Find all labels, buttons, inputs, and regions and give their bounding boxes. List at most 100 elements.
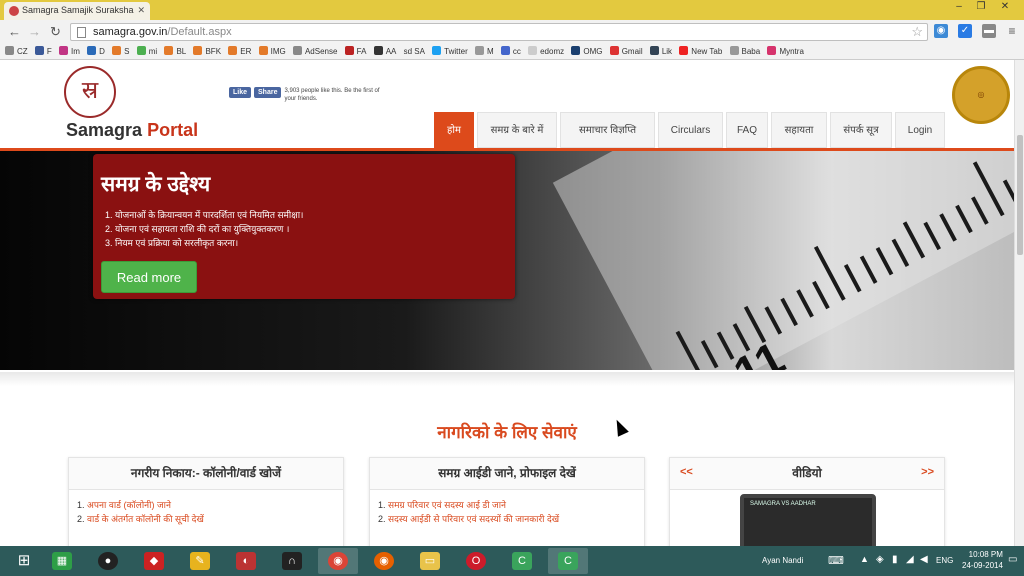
bookmark-item[interactable]: ER xyxy=(228,44,251,59)
bookmark-item[interactable]: D xyxy=(87,44,105,59)
bookmark-item[interactable]: BL xyxy=(164,44,186,59)
nav-faq[interactable]: FAQ xyxy=(726,112,768,148)
bookmark-item[interactable]: AdSense xyxy=(292,44,337,59)
read-more-button[interactable]: Read more xyxy=(101,261,197,293)
bookmark-item[interactable]: IMG xyxy=(258,44,286,59)
taskbar-explorer[interactable]: ▭ xyxy=(410,548,450,574)
keyboard-icon[interactable]: ⌨ xyxy=(828,554,844,567)
page-scrollbar[interactable] xyxy=(1014,60,1024,546)
nav-login[interactable]: Login xyxy=(895,112,945,148)
nav-help[interactable]: सहायता xyxy=(771,112,827,148)
extension-icon[interactable]: ▬ xyxy=(982,24,996,38)
bookmark-item[interactable]: Im xyxy=(59,44,80,59)
bookmark-item[interactable]: AA xyxy=(373,44,396,59)
taskbar-app[interactable]: ✎ xyxy=(180,548,220,574)
fb-like-button[interactable]: Like xyxy=(229,87,252,98)
bookmark-item[interactable]: M xyxy=(474,44,494,59)
samagra-logo[interactable]: स्र xyxy=(64,66,116,118)
browser-tab[interactable]: Samagra Samajik Suraksha ✕ xyxy=(4,2,150,20)
taskbar-app[interactable]: ● xyxy=(88,548,128,574)
card-links: 1. समग्र परिवार एवं सदस्य आई डी जाने 2. … xyxy=(370,490,644,526)
bookmark-item[interactable]: S xyxy=(112,44,130,59)
favicon-icon xyxy=(9,6,19,16)
bookmark-item[interactable]: cc xyxy=(500,44,521,59)
scrollbar-thumb[interactable] xyxy=(1017,135,1023,255)
notification-icon[interactable]: ▭ xyxy=(1008,554,1017,565)
camtasia-icon: C xyxy=(512,552,532,570)
bookmark-item[interactable]: edomz xyxy=(528,44,564,59)
forward-icon[interactable]: → xyxy=(28,24,41,39)
bookmark-item[interactable]: Lik xyxy=(649,44,672,59)
bookmark-item[interactable]: New Tab xyxy=(679,44,722,59)
nav-home[interactable]: होम xyxy=(434,112,474,148)
bookmark-item[interactable]: CZ xyxy=(5,44,28,59)
taskbar-app[interactable]: ◆ xyxy=(134,548,174,574)
menu-icon[interactable]: ≡ xyxy=(1005,24,1019,38)
taskbar-app[interactable]: ◐ xyxy=(226,548,266,574)
minimize-button[interactable]: – xyxy=(950,1,968,12)
headphones-icon: ∩ xyxy=(282,552,302,570)
tray-arrow-icon[interactable]: ▲ xyxy=(860,554,869,564)
taskbar-camtasia[interactable]: C xyxy=(548,548,588,574)
reload-icon[interactable]: ↻ xyxy=(50,24,61,40)
video-next-button[interactable]: >> xyxy=(921,466,934,478)
bookmark-item[interactable]: Gmail xyxy=(609,44,643,59)
network-icon[interactable]: ◢ xyxy=(906,554,914,565)
maximize-button[interactable]: ❐ xyxy=(972,1,990,12)
service-card-video: वीडियो << >> SAMAGRA VS AADHAR xyxy=(669,457,945,546)
facebook-widget: Like Share 3,903 people like this. Be the … xyxy=(229,87,384,103)
address-bar[interactable]: samagra.gov.in/Default.aspx ☆ xyxy=(70,23,928,41)
list-item[interactable]: 1. अपना वार्ड (कॉलोनी) जाने xyxy=(77,498,343,512)
app-icon: ◆ xyxy=(144,552,164,570)
url-host: samagra.gov.in xyxy=(93,26,168,38)
card-title: समग्र आईडी जाने, प्रोफाइल देखें xyxy=(370,458,644,490)
bookmark-item[interactable]: F xyxy=(34,44,52,59)
input-language[interactable]: ENG xyxy=(936,556,953,565)
card-links: 1. अपना वार्ड (कॉलोनी) जाने 2. वार्ड के … xyxy=(69,490,343,526)
volume-icon[interactable]: ◀ xyxy=(920,554,928,565)
bookmarks-bar: CZ F Im D S mi BL BFK ER IMG AdSense FA … xyxy=(0,44,1024,60)
taskbar-camtasia[interactable]: C xyxy=(502,548,542,574)
service-card-samagra-id: समग्र आईडी जाने, प्रोफाइल देखें 1. समग्र… xyxy=(369,457,645,546)
taskbar-firefox[interactable]: ◉ xyxy=(364,548,404,574)
fb-share-button[interactable]: Share xyxy=(254,87,282,98)
page-icon xyxy=(77,27,86,38)
extension-check-icon[interactable]: ✓ xyxy=(958,24,972,38)
nav-circulars[interactable]: Circulars xyxy=(658,112,723,148)
taskbar-opera[interactable]: O xyxy=(456,548,496,574)
bookmark-item[interactable]: OMG xyxy=(571,44,602,59)
close-window-button[interactable]: ✕ xyxy=(996,1,1014,12)
taskbar-app[interactable]: ∩ xyxy=(272,548,312,574)
list-item[interactable]: 2. सदस्य आईडी से परिवार एवं सदस्यों की ज… xyxy=(378,512,644,526)
nav-press-release[interactable]: समाचार विज्ञप्ति xyxy=(560,112,655,148)
fb-like-count-text: 3,903 people like this. Be the first of … xyxy=(284,88,380,102)
user-name[interactable]: Ayan Nandi xyxy=(762,556,803,565)
tray-app-icon[interactable]: ◈ xyxy=(876,554,884,565)
list-item[interactable]: 1. समग्र परिवार एवं सदस्य आई डी जाने xyxy=(378,498,644,512)
bookmark-item[interactable]: mi xyxy=(136,44,157,59)
nav-contact[interactable]: संपर्क सूत्र xyxy=(830,112,892,148)
video-prev-button[interactable]: << xyxy=(680,466,693,478)
windows-icon: ⊞ xyxy=(17,552,31,569)
web-page: स्र Samagra Portal Like Share 3,903 people… xyxy=(0,60,1014,546)
bookmark-item[interactable]: Baba xyxy=(729,44,760,59)
start-button[interactable]: ⊞ xyxy=(4,548,44,574)
bookmark-star-icon[interactable]: ☆ xyxy=(911,24,923,40)
back-icon[interactable]: ← xyxy=(8,24,21,39)
hero-point: 3. नियम एवं प्रक्रिया को सरलीकृत करना। xyxy=(105,238,239,248)
system-clock[interactable]: 10:08 PM 24-09-2014 xyxy=(962,549,1003,571)
card-title: वीडियो xyxy=(670,458,944,490)
list-item[interactable]: 2. वार्ड के अंतर्गत कॉलोनी की सूची देखें xyxy=(77,512,343,526)
bookmark-item[interactable]: sd SA xyxy=(404,44,425,59)
bookmark-item[interactable]: FA xyxy=(344,44,366,59)
bookmark-item[interactable]: Twitter xyxy=(432,44,468,59)
extension-icon[interactable]: ◉ xyxy=(934,24,948,38)
bookmark-item[interactable]: Myntra xyxy=(767,44,804,59)
taskbar-chrome[interactable]: ◉ xyxy=(318,548,358,574)
bookmark-item[interactable]: BFK xyxy=(193,44,221,59)
nav-about[interactable]: समग्र के बारे में xyxy=(477,112,557,148)
video-thumbnail[interactable]: SAMAGRA VS AADHAR xyxy=(740,494,876,546)
close-tab-icon[interactable]: ✕ xyxy=(137,5,145,16)
battery-icon[interactable]: ▮ xyxy=(892,554,898,565)
taskbar-store[interactable]: ▦ xyxy=(42,548,82,574)
